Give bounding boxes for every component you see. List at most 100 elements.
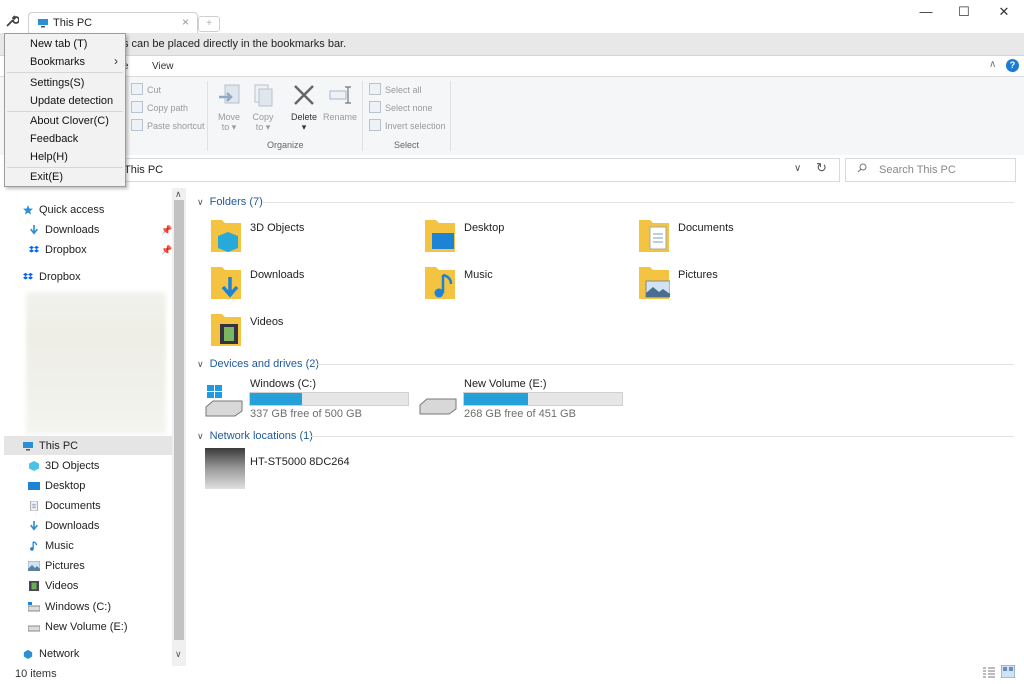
music-note-icon	[30, 541, 38, 551]
ribbon-divider	[207, 81, 208, 151]
menu-bookmarks[interactable]: Bookmarks	[30, 56, 85, 68]
nav-windows-c[interactable]: Windows (C:)	[28, 598, 111, 616]
menu-help[interactable]: Help(H)	[30, 151, 68, 163]
folder-music[interactable]: Music	[424, 263, 624, 303]
nav-downloads[interactable]: Downloads	[30, 517, 99, 535]
folder-documents[interactable]: Documents	[638, 216, 838, 256]
folder-3d-objects[interactable]: 3D Objects	[210, 216, 410, 256]
menu-exit[interactable]: Exit(E)	[30, 171, 63, 183]
menu-update-detection[interactable]: Update detection	[30, 95, 113, 107]
details-view-icon[interactable]	[983, 667, 995, 678]
wrench-icon[interactable]	[5, 14, 19, 28]
select-group-label: Select	[394, 140, 420, 150]
menu-separator	[7, 72, 123, 73]
folder-downloads[interactable]: Downloads	[210, 263, 410, 303]
pin-icon: 📌	[161, 245, 173, 255]
folder-pictures-icon	[639, 267, 670, 299]
nav-network[interactable]: Network	[23, 645, 79, 663]
computer-icon	[38, 19, 48, 28]
ribbon-divider	[450, 81, 451, 151]
section-divider	[262, 202, 1014, 203]
folders-section-header[interactable]: ∨ Folders (7)	[197, 196, 263, 208]
menu-new-tab[interactable]: New tab (T)	[30, 38, 87, 50]
nav-documents[interactable]: Documents	[30, 497, 101, 515]
select-all-button[interactable]: Select all	[369, 83, 422, 95]
nav-quick-access[interactable]: Quick access	[23, 201, 104, 219]
drives-section-header[interactable]: ∨ Devices and drives (2)	[197, 358, 319, 370]
invert-selection-icon	[369, 119, 381, 131]
nav-3d-objects[interactable]: 3D Objects	[29, 457, 99, 475]
collapse-chevron-icon: ∨	[197, 197, 204, 207]
media-device-icon	[205, 448, 245, 489]
delete-button[interactable]: Delete ▾	[286, 83, 322, 133]
nav-videos[interactable]: Videos	[29, 577, 78, 595]
drive-windows-c[interactable]: Windows (C:) 337 GB free of 500 GB	[205, 377, 415, 423]
minimize-button[interactable]: —	[908, 4, 944, 22]
menu-feedback[interactable]: Feedback	[30, 133, 78, 145]
close-window-button[interactable]: ✕	[986, 4, 1022, 22]
address-history-chevron[interactable]: ∨	[794, 163, 801, 174]
drive-icon	[28, 625, 40, 632]
nav-dropbox[interactable]: Dropbox	[23, 268, 81, 286]
bookmark-bar-hint: s can be placed directly in the bookmark…	[123, 38, 347, 50]
nav-scroll-down[interactable]: ∨	[175, 649, 182, 660]
cut-button[interactable]: Cut	[131, 83, 161, 95]
menu-about-clover[interactable]: About Clover(C)	[30, 115, 109, 127]
folder-desktop[interactable]: Desktop	[424, 216, 624, 256]
maximize-button[interactable]: ☐	[946, 4, 982, 22]
blurred-content	[26, 292, 166, 434]
drive-c-usage-fill	[250, 393, 302, 405]
menu-separator	[7, 111, 123, 112]
scissors-icon	[131, 83, 143, 95]
tab-view[interactable]: View	[152, 61, 174, 72]
select-all-icon	[369, 83, 381, 95]
paste-shortcut-button[interactable]: Paste shortcut	[131, 119, 205, 131]
copy-to-button[interactable]: Copy to ▾	[245, 83, 281, 133]
invert-selection-button[interactable]: Invert selection	[369, 119, 446, 131]
tab-this-pc[interactable]: This PC ×	[28, 12, 198, 34]
star-icon	[23, 205, 33, 215]
refresh-button[interactable]: ↻	[816, 160, 827, 176]
folder-videos-icon	[211, 314, 241, 346]
tab-close-button[interactable]: ×	[182, 15, 189, 29]
download-arrow-icon	[30, 225, 38, 235]
network-section-header[interactable]: ∨ Network locations (1)	[197, 430, 313, 442]
folder-videos[interactable]: Videos	[210, 310, 410, 350]
section-divider	[312, 364, 1014, 365]
nav-desktop[interactable]: Desktop	[28, 477, 85, 495]
menu-settings[interactable]: Settings(S)	[30, 77, 84, 89]
document-icon	[30, 501, 38, 511]
select-none-button[interactable]: Select none	[369, 101, 433, 113]
nav-pictures[interactable]: Pictures	[28, 557, 85, 575]
large-icons-view-icon[interactable]	[1001, 665, 1015, 678]
nav-qa-downloads[interactable]: Downloads	[30, 221, 99, 239]
nav-scrollbar-thumb[interactable]	[174, 200, 184, 640]
nav-qa-dropbox[interactable]: Dropbox	[29, 241, 87, 259]
network-icon	[23, 649, 33, 659]
folder-pictures[interactable]: Pictures	[638, 263, 838, 303]
film-icon	[29, 581, 39, 591]
menu-separator	[7, 167, 123, 168]
nav-scroll-up[interactable]: ∧	[175, 189, 182, 200]
collapse-chevron-icon: ∨	[197, 431, 204, 441]
desktop-icon	[28, 482, 40, 490]
new-tab-button[interactable]: +	[198, 16, 220, 32]
delete-x-icon	[294, 85, 314, 105]
nav-this-pc[interactable]: This PC	[23, 437, 78, 455]
nav-music[interactable]: Music	[30, 537, 74, 555]
address-path[interactable]: This PC	[124, 164, 163, 176]
drive-icon	[419, 398, 457, 415]
ribbon-collapse-button[interactable]: ∧	[989, 59, 996, 70]
copy-path-icon	[131, 101, 143, 113]
move-to-icon	[219, 84, 240, 104]
rename-button[interactable]: Rename	[322, 83, 358, 122]
folder-documents-icon	[639, 220, 669, 252]
help-button[interactable]: ?	[1006, 59, 1019, 72]
address-bar[interactable]	[118, 158, 840, 182]
nav-new-volume-e[interactable]: New Volume (E:)	[28, 618, 128, 636]
copy-path-button[interactable]: Copy path	[131, 101, 188, 113]
select-none-icon	[369, 101, 381, 113]
network-location-item[interactable]: HT-ST5000 8DC264	[205, 448, 405, 490]
drive-new-volume-e[interactable]: New Volume (E:) 268 GB free of 451 GB	[419, 377, 629, 423]
move-to-button[interactable]: Move to ▾	[211, 83, 247, 133]
